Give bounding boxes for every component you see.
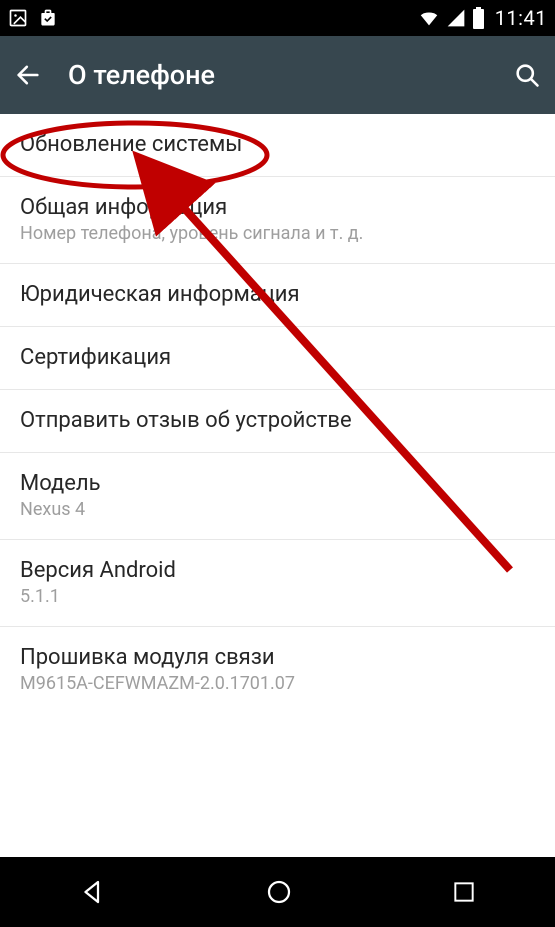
picture-icon: [8, 8, 28, 28]
settings-list: Обновление системы Общая информация Номе…: [0, 114, 555, 713]
shop-icon: [38, 8, 58, 28]
item-subtitle: M9615A-CEFWMAZM-2.0.1701.07: [20, 673, 535, 694]
nav-recent-icon[interactable]: [451, 879, 477, 905]
item-title: Отправить отзыв об устройстве: [20, 408, 535, 433]
item-title: Версия Android: [20, 558, 535, 583]
item-general-info[interactable]: Общая информация Номер телефона, уровень…: [0, 177, 555, 264]
search-icon[interactable]: [513, 61, 541, 89]
item-title: Юридическая информация: [20, 282, 535, 307]
app-bar: О телефоне: [0, 36, 555, 114]
item-model[interactable]: Модель Nexus 4: [0, 453, 555, 540]
item-title: Общая информация: [20, 195, 535, 220]
item-subtitle: Номер телефона, уровень сигнала и т. д.: [20, 223, 535, 244]
wifi-icon: [418, 7, 440, 29]
battery-icon: [472, 7, 485, 29]
nav-home-icon[interactable]: [264, 877, 294, 907]
item-legal-info[interactable]: Юридическая информация: [0, 264, 555, 327]
status-time: 11:41: [495, 6, 547, 30]
item-title: Сертификация: [20, 345, 535, 370]
item-system-update[interactable]: Обновление системы: [0, 114, 555, 177]
back-icon[interactable]: [14, 61, 42, 89]
item-title: Обновление системы: [20, 132, 535, 157]
page-title: О телефоне: [68, 59, 215, 91]
item-send-feedback[interactable]: Отправить отзыв об устройстве: [0, 390, 555, 453]
item-subtitle: 5.1.1: [20, 586, 535, 607]
item-title: Модель: [20, 471, 535, 496]
nav-back-icon[interactable]: [78, 877, 108, 907]
navigation-bar: [0, 857, 555, 927]
item-android-version[interactable]: Версия Android 5.1.1: [0, 540, 555, 627]
item-title: Прошивка модуля связи: [20, 645, 535, 670]
item-baseband-version[interactable]: Прошивка модуля связи M9615A-CEFWMAZM-2.…: [0, 627, 555, 713]
status-bar: 11:41: [0, 0, 555, 36]
signal-icon: [446, 8, 466, 28]
item-subtitle: Nexus 4: [20, 499, 535, 520]
item-certification[interactable]: Сертификация: [0, 327, 555, 390]
